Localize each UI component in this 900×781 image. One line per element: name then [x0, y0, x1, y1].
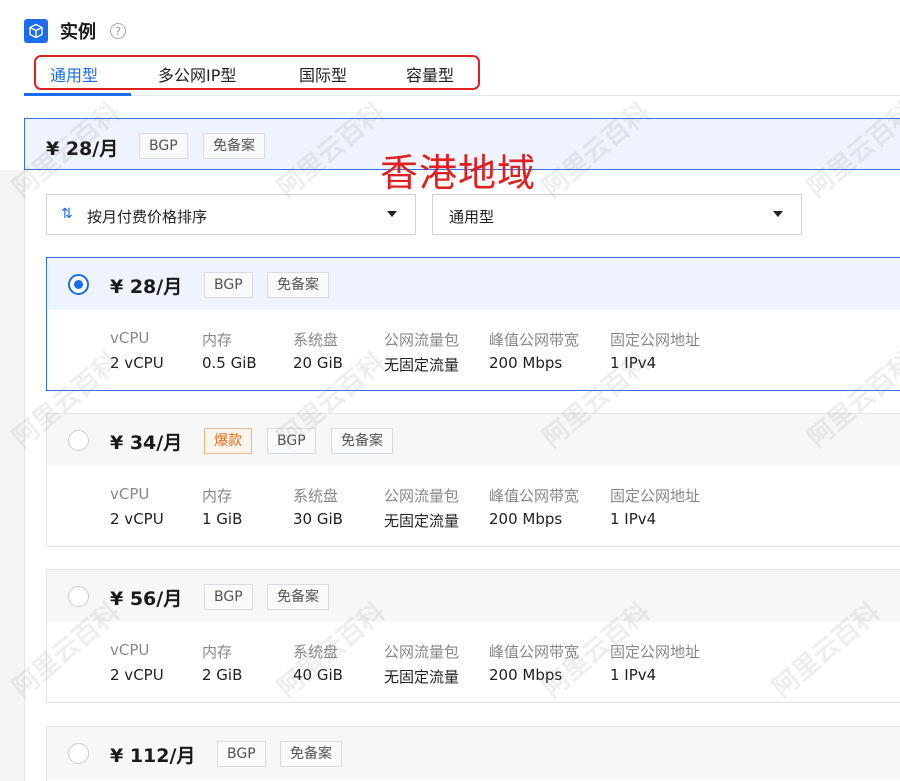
tag-no-filing: 免备案	[267, 272, 329, 298]
highlight-box	[34, 55, 480, 90]
spec-label-vcpu: vCPU	[110, 641, 150, 659]
spec-value-memory: 2 GiB	[202, 666, 243, 684]
spec-label-traffic: 公网流量包	[384, 643, 460, 661]
sort-icon: ⇅	[61, 206, 73, 222]
summary-tag-no-filing: 免备案	[203, 133, 265, 159]
spec-value-traffic: 无固定流量	[384, 356, 460, 374]
tabs-divider	[24, 95, 900, 96]
spec-label-ip: 固定公网地址	[610, 331, 701, 349]
spec-value-disk: 30 GiB	[293, 510, 343, 528]
spec-label-memory: 内存	[202, 487, 233, 505]
type-select-value: 通用型	[449, 208, 495, 226]
plan-card-2[interactable]: ¥ 34/月 爆款 BGP 免备案 vCPU 内存 系统盘 公网流量包 峰值公网…	[46, 413, 900, 547]
spec-label-bandwidth: 峰值公网带宽	[489, 487, 580, 505]
summary-tag-bgp: BGP	[139, 133, 188, 159]
active-tab-indicator	[24, 93, 131, 96]
spec-value-disk: 20 GiB	[293, 354, 343, 372]
spec-value-disk: 40 GiB	[293, 666, 343, 684]
region-annotation: 香港地域	[380, 151, 537, 195]
plan-radio-3[interactable]	[68, 586, 89, 607]
tag-hot: 爆款	[204, 428, 252, 454]
spec-label-disk: 系统盘	[293, 487, 339, 505]
spec-value-ip: 1 IPv4	[610, 510, 657, 528]
tag-no-filing: 免备案	[331, 428, 393, 454]
spec-label-traffic: 公网流量包	[384, 487, 460, 505]
plan-price: ¥ 112/月	[110, 745, 196, 767]
spec-label-disk: 系统盘	[293, 643, 339, 661]
spec-value-vcpu: 2 vCPU	[110, 666, 164, 684]
plan-card-3[interactable]: ¥ 56/月 BGP 免备案 vCPU 内存 系统盘 公网流量包 峰值公网带宽 …	[46, 569, 900, 703]
spec-label-bandwidth: 峰值公网带宽	[489, 643, 580, 661]
tag-bgp: BGP	[204, 584, 253, 610]
spec-value-traffic: 无固定流量	[384, 668, 460, 686]
chevron-down-icon	[387, 211, 397, 217]
plan-radio-4[interactable]	[68, 743, 89, 764]
spec-label-ip: 固定公网地址	[610, 487, 701, 505]
plan-radio-1[interactable]	[68, 274, 89, 295]
plan-price: ¥ 28/月	[110, 276, 183, 298]
spec-value-memory: 0.5 GiB	[202, 354, 257, 372]
spec-label-disk: 系统盘	[293, 331, 339, 349]
spec-value-bandwidth: 200 Mbps	[489, 666, 563, 684]
spec-label-memory: 内存	[202, 643, 233, 661]
spec-label-vcpu: vCPU	[110, 485, 150, 503]
spec-value-traffic: 无固定流量	[384, 512, 460, 530]
left-gutter	[0, 170, 24, 781]
spec-value-bandwidth: 200 Mbps	[489, 510, 563, 528]
spec-label-vcpu: vCPU	[110, 329, 150, 347]
section-title: 实例	[60, 22, 96, 43]
section-header: 实例 ?	[24, 18, 126, 44]
spec-value-bandwidth: 200 Mbps	[489, 354, 563, 372]
type-select[interactable]: 通用型	[432, 194, 802, 235]
sort-select-value: 按月付费价格排序	[87, 208, 208, 226]
tag-no-filing: 免备案	[280, 741, 342, 767]
spec-value-vcpu: 2 vCPU	[110, 510, 164, 528]
plan-radio-2[interactable]	[68, 430, 89, 451]
cube-icon	[24, 19, 48, 43]
plan-card-4[interactable]: ¥ 112/月 BGP 免备案	[46, 726, 900, 781]
spec-value-ip: 1 IPv4	[610, 354, 657, 372]
tag-bgp: BGP	[217, 741, 266, 767]
sort-select[interactable]: ⇅ 按月付费价格排序	[46, 194, 416, 235]
help-icon[interactable]: ?	[110, 23, 126, 39]
summary-price: ¥ 28/月	[46, 138, 119, 160]
spec-value-memory: 1 GiB	[202, 510, 243, 528]
chevron-down-icon	[773, 211, 783, 217]
tag-bgp: BGP	[267, 428, 316, 454]
plan-price: ¥ 34/月	[110, 432, 183, 454]
plan-price: ¥ 56/月	[110, 588, 183, 610]
spec-label-memory: 内存	[202, 331, 233, 349]
spec-label-ip: 固定公网地址	[610, 643, 701, 661]
spec-value-vcpu: 2 vCPU	[110, 354, 164, 372]
spec-label-traffic: 公网流量包	[384, 331, 460, 349]
plan-card-1[interactable]: ¥ 28/月 BGP 免备案 vCPU 内存 系统盘 公网流量包 峰值公网带宽 …	[46, 257, 900, 391]
spec-label-bandwidth: 峰值公网带宽	[489, 331, 580, 349]
tag-no-filing: 免备案	[267, 584, 329, 610]
tag-bgp: BGP	[204, 272, 253, 298]
spec-value-ip: 1 IPv4	[610, 666, 657, 684]
